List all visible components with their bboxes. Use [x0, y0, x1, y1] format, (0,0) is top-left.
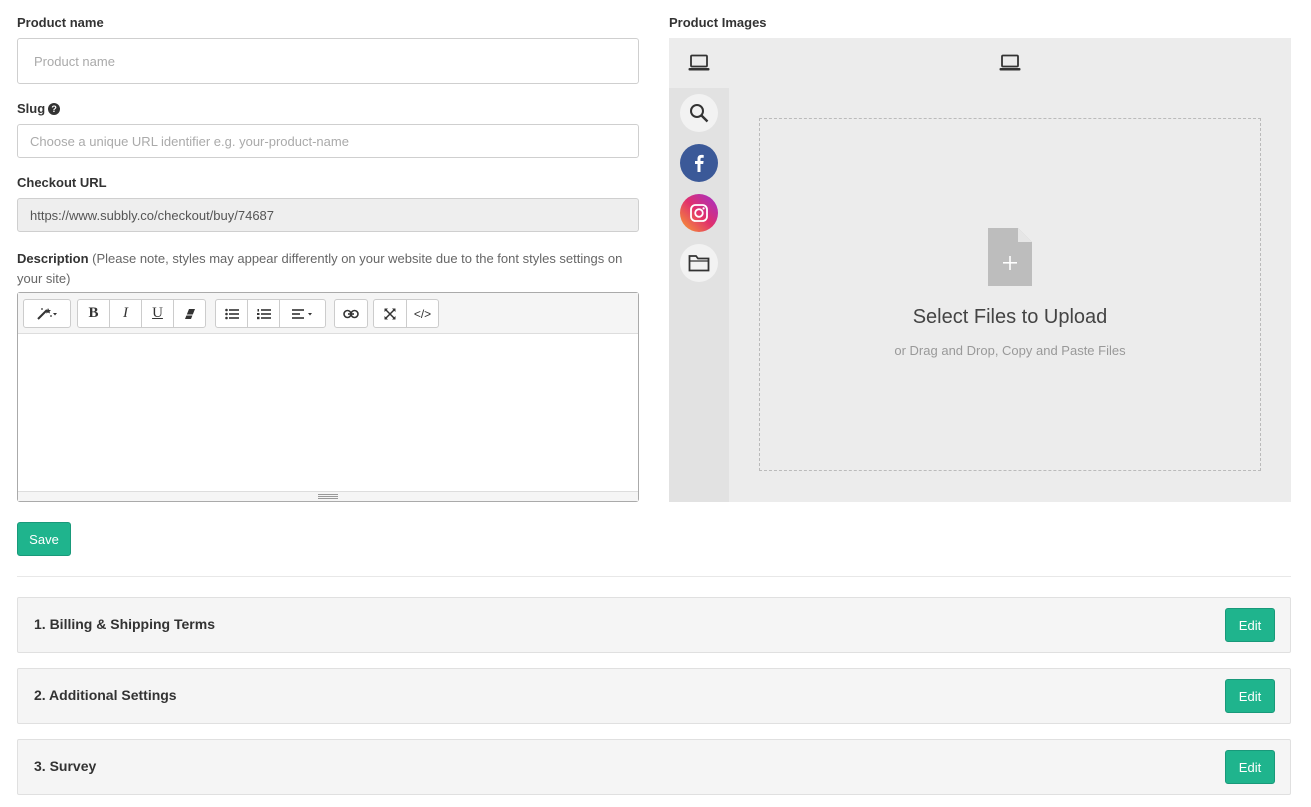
question-circle-icon[interactable]: ?: [48, 103, 61, 115]
align-left-icon: [291, 308, 312, 319]
save-button[interactable]: Save: [17, 522, 71, 556]
description-label: Description (Please note, styles may app…: [17, 249, 639, 289]
source-facebook-button[interactable]: [680, 144, 718, 182]
eraser-icon: [184, 308, 195, 319]
product-images-label: Product Images: [669, 15, 767, 30]
style-dropdown-button[interactable]: [23, 299, 71, 328]
description-note: (Please note, styles may appear differen…: [17, 251, 623, 286]
slug-label: Slug?: [17, 101, 61, 116]
underline-button[interactable]: U: [141, 299, 174, 328]
search-icon: [690, 104, 709, 123]
checkout-url-label: Checkout URL: [17, 175, 107, 190]
source-folder-button[interactable]: [680, 244, 718, 282]
folder-icon: [688, 255, 710, 272]
link-icon: [343, 309, 359, 318]
ordered-list-button[interactable]: [247, 299, 280, 328]
unordered-list-button[interactable]: [215, 299, 248, 328]
para-group: [215, 299, 326, 328]
code-view-button[interactable]: </>: [406, 299, 439, 328]
uploader-header: [669, 38, 1291, 88]
description-text-area[interactable]: [18, 334, 638, 491]
description-editor: B I U </>: [17, 292, 639, 502]
laptop-icon[interactable]: [688, 54, 710, 72]
instagram-icon: [690, 204, 708, 222]
clear-format-button[interactable]: [173, 299, 206, 328]
edit-additional-settings-button[interactable]: Edit: [1225, 679, 1275, 713]
section-title: 1. Billing & Shipping Terms: [34, 616, 215, 632]
expand-icon: [384, 307, 396, 320]
list-ol-icon: [256, 308, 271, 319]
facebook-icon: [695, 154, 704, 172]
section-billing-shipping: 1. Billing & Shipping Terms Edit: [17, 597, 1291, 653]
image-uploader: Select Files to Upload or Drag and Drop,…: [669, 38, 1291, 502]
slug-input[interactable]: [17, 124, 639, 158]
product-name-input[interactable]: [17, 38, 639, 84]
drop-subtitle: or Drag and Drop, Copy and Paste Files: [894, 343, 1126, 358]
section-title: 3. Survey: [34, 758, 97, 774]
font-group: B I U: [77, 299, 206, 328]
edit-survey-button[interactable]: Edit: [1225, 750, 1275, 784]
editor-toolbar: B I U </>: [18, 293, 638, 334]
italic-button[interactable]: I: [109, 299, 142, 328]
section-survey: 3. Survey Edit: [17, 739, 1291, 795]
insert-group: [334, 299, 368, 328]
source-instagram-button[interactable]: [680, 194, 718, 232]
drop-zone[interactable]: Select Files to Upload or Drag and Drop,…: [759, 118, 1261, 471]
style-group: [23, 299, 71, 328]
laptop-icon: [999, 54, 1021, 71]
section-title: 2. Additional Settings: [34, 687, 177, 703]
magic-wand-icon: [37, 307, 57, 320]
fullscreen-button[interactable]: [373, 299, 407, 328]
view-group: </>: [373, 299, 439, 328]
edit-billing-button[interactable]: Edit: [1225, 608, 1275, 642]
list-ul-icon: [224, 308, 239, 319]
align-dropdown-button[interactable]: [279, 299, 326, 328]
product-name-label: Product name: [17, 15, 104, 30]
description-label-text: Description: [17, 251, 89, 266]
section-additional-settings: 2. Additional Settings Edit: [17, 668, 1291, 724]
link-button[interactable]: [334, 299, 368, 328]
source-search-button[interactable]: [680, 94, 718, 132]
divider: [17, 576, 1291, 577]
checkout-url-field[interactable]: [17, 198, 639, 232]
grip-icon: [318, 494, 338, 500]
editor-resize-handle[interactable]: [18, 491, 638, 501]
source-sidebar: [669, 88, 729, 502]
drop-title: Select Files to Upload: [912, 306, 1108, 328]
file-add-icon: [988, 228, 1032, 286]
bold-button[interactable]: B: [77, 299, 110, 328]
slug-label-text: Slug: [17, 101, 46, 116]
